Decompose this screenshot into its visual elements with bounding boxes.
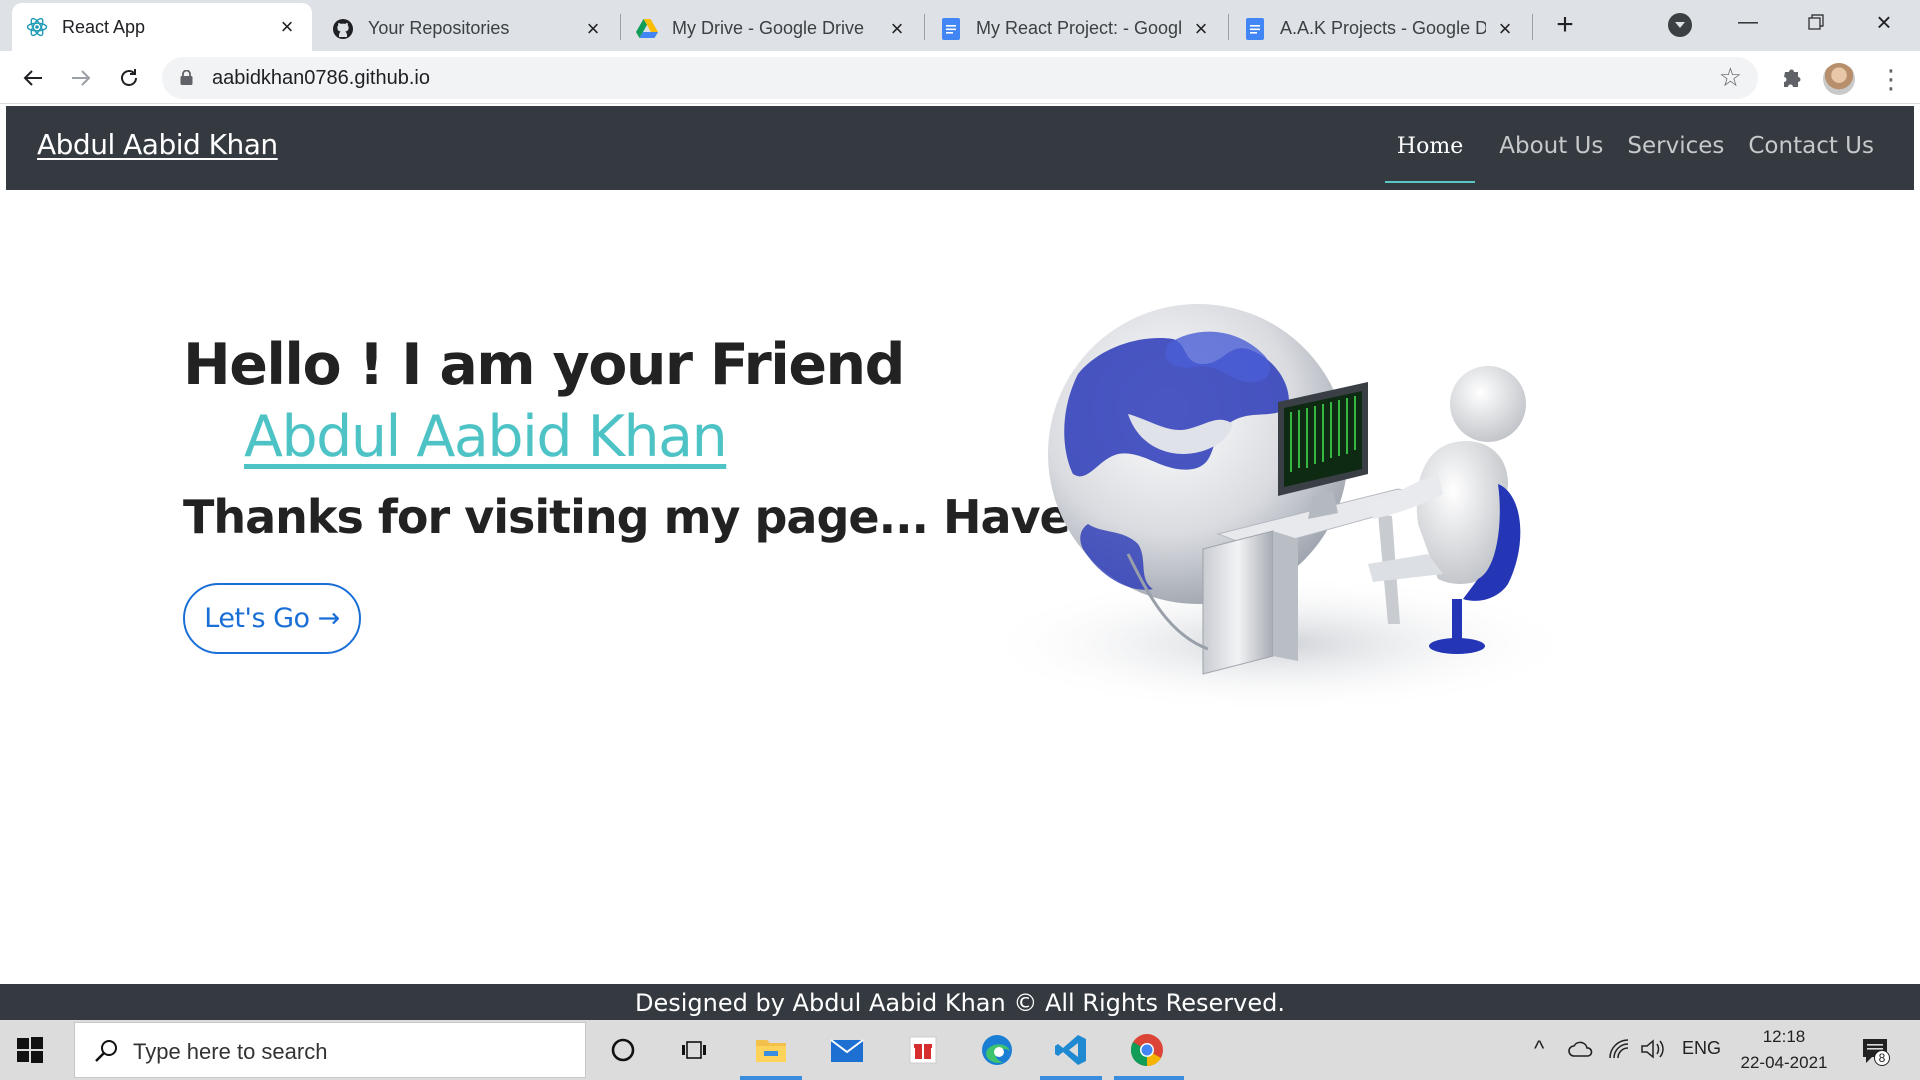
address-bar[interactable]: aabidkhan0786.github.io ☆: [162, 57, 1758, 99]
tab-my-react-project[interactable]: My React Project: - Googl ×: [926, 6, 1226, 51]
active-indicator: [1114, 1076, 1184, 1080]
nav-link-home[interactable]: Home: [1384, 120, 1476, 183]
github-icon: [332, 18, 354, 40]
notification-center-icon[interactable]: 8: [1860, 1036, 1890, 1066]
tab-separator: [1228, 14, 1229, 40]
nav-link-about-us[interactable]: About Us: [1499, 133, 1603, 163]
tab-separator: [1532, 14, 1533, 40]
task-view-icon[interactable]: [678, 1033, 712, 1067]
hero-illustration: [978, 304, 1578, 714]
close-icon[interactable]: ×: [1494, 17, 1516, 40]
url-text: aabidkhan0786.github.io: [212, 67, 430, 89]
google-drive-icon: [636, 18, 658, 40]
browser-menu-icon[interactable]: ⋮: [1878, 63, 1904, 95]
windows-start-icon[interactable]: [16, 1036, 44, 1064]
onedrive-icon[interactable]: [1568, 1040, 1594, 1058]
restore-button[interactable]: [1788, 0, 1844, 44]
active-indicator: [740, 1076, 802, 1080]
tab-label: A.A.K Projects - Google Dc: [1280, 18, 1486, 38]
cortana-icon[interactable]: [606, 1033, 640, 1067]
new-tab-button[interactable]: +: [1549, 10, 1581, 42]
lock-icon: [180, 70, 193, 85]
close-icon[interactable]: ×: [1190, 17, 1212, 40]
tab-google-drive[interactable]: My Drive - Google Drive ×: [622, 6, 922, 51]
tab-search-button[interactable]: [1668, 13, 1692, 37]
tab-your-repositories[interactable]: Your Repositories ×: [318, 6, 618, 51]
site-brand-link[interactable]: Abdul Aabid Khan: [37, 128, 278, 161]
react-icon: [26, 16, 48, 38]
tab-label: My Drive - Google Drive: [672, 18, 865, 38]
close-icon[interactable]: ×: [886, 17, 908, 40]
edge-browser-icon[interactable]: [980, 1033, 1014, 1067]
close-icon[interactable]: ×: [582, 17, 604, 40]
taskbar-clock[interactable]: 12:18 22-04-2021: [1728, 1024, 1840, 1076]
nav-link-contact-us[interactable]: Contact Us: [1748, 133, 1874, 163]
arrow-right-icon: [72, 70, 91, 86]
site-navbar: Abdul Aabid Khan Home About Us Services …: [6, 106, 1914, 190]
vscode-icon[interactable]: [1054, 1033, 1088, 1067]
taskbar-search-box[interactable]: Type here to search: [74, 1022, 586, 1078]
language-indicator[interactable]: ENG: [1682, 1038, 1721, 1059]
wifi-icon[interactable]: [1608, 1038, 1630, 1060]
clock-time: 12:18: [1762, 1027, 1806, 1046]
minimize-button[interactable]: —: [1720, 0, 1776, 44]
active-indicator: [1040, 1076, 1102, 1080]
close-window-button[interactable]: ×: [1856, 0, 1912, 44]
tab-separator: [620, 14, 621, 40]
site-nav-links: Home About Us Services Contact Us: [1361, 106, 1874, 190]
windows-taskbar: Type here to search ^ ENG 12:18 22-04-20…: [0, 1020, 1920, 1080]
tab-aak-projects[interactable]: A.A.K Projects - Google Dc ×: [1230, 6, 1530, 51]
extensions-icon[interactable]: [1776, 63, 1806, 93]
reload-button[interactable]: [112, 61, 146, 95]
search-placeholder: Type here to search: [133, 1039, 328, 1064]
browser-tab-strip: React App × Your Repositories × My Drive…: [0, 0, 1920, 51]
tab-react-app[interactable]: React App ×: [12, 3, 312, 51]
site-footer: Designed by Abdul Aabid Khan © All Right…: [0, 984, 1920, 1020]
browser-toolbar: aabidkhan0786.github.io ☆: [0, 51, 1920, 104]
forward-button[interactable]: [64, 61, 98, 95]
clock-date: 22-04-2021: [1740, 1053, 1828, 1072]
hero-greeting: Hello ! I am your Friend: [183, 332, 905, 398]
restore-icon: [1808, 14, 1824, 30]
arrow-left-icon: [23, 70, 42, 86]
chrome-icon[interactable]: [1130, 1033, 1164, 1067]
close-icon[interactable]: ×: [276, 16, 298, 38]
tab-label: My React Project: - Googl: [976, 18, 1182, 38]
reload-icon: [121, 69, 137, 86]
tab-label: React App: [62, 16, 146, 37]
hero-name: Abdul Aabid Khan: [244, 404, 728, 470]
volume-icon[interactable]: [1640, 1038, 1666, 1060]
google-docs-icon: [1244, 17, 1266, 40]
file-explorer-icon[interactable]: [754, 1033, 788, 1067]
show-hidden-icons[interactable]: ^: [1534, 1036, 1544, 1062]
mail-icon[interactable]: [830, 1033, 864, 1067]
notification-count: 8: [1874, 1050, 1890, 1066]
tab-separator: [924, 14, 925, 40]
search-icon: [95, 1040, 117, 1062]
nav-link-services[interactable]: Services: [1627, 133, 1724, 163]
tab-label: Your Repositories: [368, 18, 510, 38]
back-button[interactable]: [16, 61, 50, 95]
profile-avatar[interactable]: [1823, 63, 1855, 95]
google-docs-icon: [940, 17, 962, 40]
lets-go-button[interactable]: Let's Go →: [183, 583, 361, 654]
gift-app-icon[interactable]: [906, 1033, 940, 1067]
bookmark-star-icon[interactable]: ☆: [1719, 64, 1742, 90]
